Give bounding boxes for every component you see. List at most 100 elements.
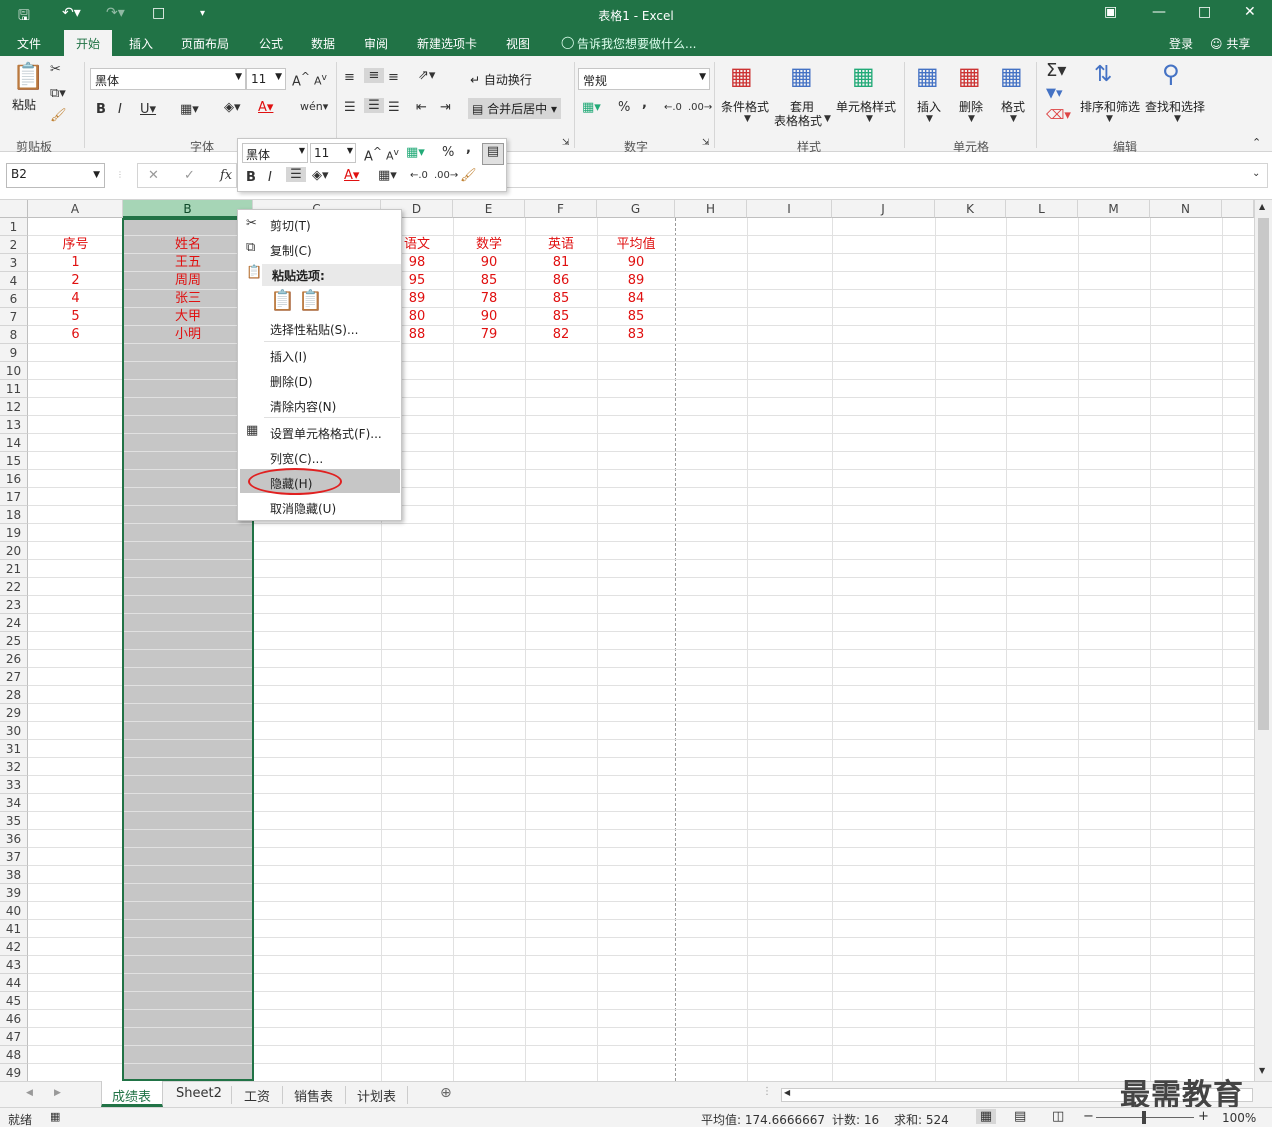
row-header[interactable]: 40	[0, 902, 28, 920]
collapse-ribbon-icon[interactable]: ⌃	[1252, 136, 1261, 149]
copy-icon[interactable]: ⧉▾	[50, 86, 66, 101]
row-header[interactable]: 30	[0, 722, 28, 740]
tab-file[interactable]: 文件	[17, 35, 41, 52]
conditional-format-icon[interactable]: ▦	[730, 62, 753, 90]
sheet-tab-4[interactable]: 销售表	[294, 1086, 333, 1105]
column-header-g[interactable]: G	[597, 200, 675, 218]
table-cell[interactable]: 85	[453, 272, 525, 290]
tab-scroll-right-icon[interactable]: ▶	[54, 1088, 61, 1098]
row-header[interactable]: 35	[0, 812, 28, 830]
row-header[interactable]: 26	[0, 650, 28, 668]
maximize-icon[interactable]: □	[1198, 4, 1211, 20]
align-center-icon[interactable]: ☰	[286, 167, 306, 182]
zoom-level[interactable]: 100%	[1222, 1111, 1256, 1125]
row-header[interactable]: 21	[0, 560, 28, 578]
merge-icon[interactable]: ▤	[482, 143, 504, 165]
row-header[interactable]: 7	[0, 308, 28, 326]
row-header[interactable]: 41	[0, 920, 28, 938]
table-cell[interactable]: 79	[453, 326, 525, 344]
add-sheet-icon[interactable]: ⊕	[440, 1085, 452, 1101]
conditional-format-button[interactable]: 条件格式	[721, 98, 769, 115]
insert-cells-icon[interactable]: ▦	[916, 62, 939, 90]
row-header[interactable]: 32	[0, 758, 28, 776]
font-name-box[interactable]: 黑体 ▼	[90, 68, 246, 90]
table-cell[interactable]: 大甲	[123, 308, 253, 326]
font-color-icon[interactable]: A▾	[258, 100, 273, 115]
column-header-n[interactable]: N	[1150, 200, 1222, 218]
format-cells-button[interactable]: 格式	[1001, 98, 1025, 115]
table-cell[interactable]: 84	[597, 290, 675, 308]
row-header[interactable]: 46	[0, 1010, 28, 1028]
cell-style-icon[interactable]: ▦	[852, 62, 875, 90]
row-header[interactable]: 47	[0, 1028, 28, 1046]
font-color-icon[interactable]: A▾	[344, 168, 359, 183]
header-cell-name[interactable]: 姓名	[123, 236, 253, 254]
mini-comma-button[interactable]: ,	[466, 141, 471, 156]
delete-cells-button[interactable]: 删除	[959, 98, 983, 115]
increase-decimal-icon[interactable]: ←.0	[410, 170, 428, 181]
row-header[interactable]: 13	[0, 416, 28, 434]
minimize-icon[interactable]: —	[1152, 4, 1166, 20]
tab-new[interactable]: 新建选项卡	[417, 35, 477, 52]
share-button[interactable]: ☺ 共享	[1210, 35, 1250, 52]
formula-input[interactable]	[506, 163, 1268, 188]
table-cell[interactable]: 5	[28, 308, 123, 326]
menu-item-insert[interactable]: 插入(I)	[270, 348, 307, 365]
bold-icon[interactable]: B	[96, 102, 106, 117]
dialog-launcher-icon[interactable]: ⇲	[702, 138, 710, 148]
menu-item-unhide[interactable]: 取消隐藏(U)	[270, 500, 336, 517]
italic-icon[interactable]: I	[268, 170, 272, 185]
row-header[interactable]: 16	[0, 470, 28, 488]
column-header-a[interactable]: A	[28, 200, 123, 218]
table-cell[interactable]: 90	[453, 254, 525, 272]
bold-icon[interactable]: B	[246, 170, 256, 185]
find-select-icon[interactable]: ⚲	[1162, 60, 1180, 88]
table-cell[interactable]: 6	[28, 326, 123, 344]
paste-button[interactable]: 粘贴	[12, 96, 36, 113]
sort-filter-icon[interactable]: ⇅	[1094, 62, 1112, 87]
row-header[interactable]: 42	[0, 938, 28, 956]
row-header[interactable]: 6	[0, 290, 28, 308]
row-header[interactable]: 1	[0, 218, 28, 236]
find-select-button[interactable]: 查找和选择	[1145, 98, 1205, 115]
row-header[interactable]: 43	[0, 956, 28, 974]
tab-insert[interactable]: 插入	[129, 35, 153, 52]
column-header-h[interactable]: H	[675, 200, 747, 218]
row-header[interactable]: 2	[0, 236, 28, 254]
decrease-indent-icon[interactable]: ⇤	[416, 100, 427, 115]
font-size-box[interactable]: 11 ▼	[246, 68, 286, 90]
page-layout-view-icon[interactable]: ▤	[1014, 1109, 1026, 1124]
column-header-b[interactable]: B	[123, 200, 253, 218]
border-icon[interactable]: ▦▾	[378, 168, 397, 183]
row-header[interactable]: 29	[0, 704, 28, 722]
decrease-decimal-icon[interactable]: .00→	[688, 102, 712, 113]
table-cell[interactable]: 4	[28, 290, 123, 308]
row-header[interactable]: 37	[0, 848, 28, 866]
table-cell[interactable]: 86	[525, 272, 597, 290]
macro-record-icon[interactable]: ▦	[50, 1110, 60, 1123]
row-header[interactable]: 18	[0, 506, 28, 524]
column-header-l[interactable]: L	[1006, 200, 1078, 218]
page-break-view-icon[interactable]: ◫	[1052, 1109, 1064, 1124]
increase-font-icon[interactable]: A^	[292, 70, 310, 89]
table-cell[interactable]: 78	[453, 290, 525, 308]
sort-filter-button[interactable]: 排序和筛选	[1080, 98, 1140, 115]
decrease-decimal-icon[interactable]: .00→	[434, 170, 458, 181]
row-header[interactable]: 25	[0, 632, 28, 650]
table-cell[interactable]: 82	[525, 326, 597, 344]
cell-style-button[interactable]: 单元格样式	[836, 98, 896, 115]
table-cell[interactable]: 83	[597, 326, 675, 344]
align-middle-icon[interactable]: ≡	[364, 68, 384, 83]
underline-icon[interactable]: U▾	[140, 102, 156, 117]
confirm-icon[interactable]: ✓	[184, 168, 195, 183]
row-header[interactable]: 19	[0, 524, 28, 542]
increase-indent-icon[interactable]: ⇥	[440, 100, 451, 115]
zoom-slider-thumb[interactable]	[1142, 1111, 1146, 1124]
delete-cells-icon[interactable]: ▦	[958, 62, 981, 90]
zoom-out-icon[interactable]: −	[1083, 1109, 1094, 1124]
table-cell[interactable]: 周周	[123, 272, 253, 290]
scroll-left-icon[interactable]: ◀	[784, 1088, 790, 1097]
cut-icon[interactable]: ✂	[50, 62, 61, 77]
row-header[interactable]: 49	[0, 1064, 28, 1081]
table-format-icon[interactable]: ▦	[790, 62, 813, 90]
